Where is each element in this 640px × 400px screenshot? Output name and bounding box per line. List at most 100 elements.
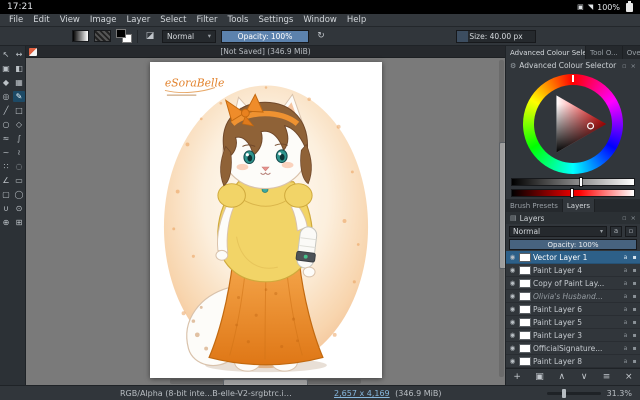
document-titlebar[interactable]: [Not Saved] (346.9 MiB) xyxy=(26,46,505,58)
visibility-icon[interactable]: ◉ xyxy=(508,253,517,261)
lock-icon[interactable]: ▪ xyxy=(631,306,638,313)
zoom-tool[interactable]: ⊕ xyxy=(0,217,12,228)
canvas-area[interactable]: [Not Saved] (346.9 MiB) xyxy=(26,46,505,385)
move-layer-down-button[interactable]: ∨ xyxy=(577,372,591,382)
layer-row-paint-layer-3[interactable]: ◉ Paint Layer 3 a ▪ xyxy=(506,329,640,342)
layer-properties-button[interactable]: ≡ xyxy=(599,372,613,382)
crop-tool[interactable]: ▣ xyxy=(0,63,12,74)
reference-images-tool[interactable]: ▭ xyxy=(13,175,25,186)
layer-row-paint-layer-4[interactable]: ◉ Paint Layer 4 a ▪ xyxy=(506,264,640,277)
alpha-icon[interactable]: a xyxy=(622,267,629,274)
color-sampler-tool[interactable]: ◎ xyxy=(0,91,12,102)
layer-row-vector-layer-1[interactable]: ◉ Vector Layer 1 a ▪ xyxy=(506,251,640,264)
lock-icon[interactable]: ▪ xyxy=(631,293,638,300)
horizontal-scrollbar[interactable] xyxy=(170,379,362,384)
alpha-icon[interactable]: a xyxy=(622,306,629,313)
transform-tool[interactable]: ↖ xyxy=(0,49,12,60)
lightness-strip[interactable] xyxy=(511,178,635,186)
layer-blend-mode-select[interactable]: Normal ▾ xyxy=(509,226,607,237)
menu-help[interactable]: Help xyxy=(342,15,371,25)
zoom-slider-thumb[interactable] xyxy=(562,389,566,398)
sv-triangle[interactable] xyxy=(534,85,612,163)
menu-select[interactable]: Select xyxy=(155,15,191,25)
foreground-color-swatch[interactable] xyxy=(116,29,126,38)
gradient-tool[interactable]: ◧ xyxy=(13,63,25,74)
alpha-icon[interactable]: a xyxy=(622,332,629,339)
alpha-icon[interactable]: a xyxy=(622,319,629,326)
layer-row-paint-layer-8[interactable]: ◉ Paint Layer 8 a ▪ xyxy=(506,355,640,368)
layer-row-olivias-husband[interactable]: ◉ Olivia's Husband... a ▪ xyxy=(506,290,640,303)
menu-settings[interactable]: Settings xyxy=(253,15,298,25)
alpha-icon[interactable]: a xyxy=(622,345,629,352)
image-dimensions-link[interactable]: 2,657 x 4,169 xyxy=(334,389,390,398)
menu-window[interactable]: Window xyxy=(298,15,342,25)
move-layer-up-button[interactable]: ∧ xyxy=(555,372,569,382)
eraser-mode-icon[interactable]: ◪ xyxy=(143,31,157,41)
visibility-icon[interactable]: ◉ xyxy=(508,318,517,326)
rectangle-tool[interactable]: □ xyxy=(13,105,25,116)
bezier-curve-tool[interactable]: ∫ xyxy=(13,133,25,144)
visibility-icon[interactable]: ◉ xyxy=(508,344,517,352)
visibility-icon[interactable]: ◉ xyxy=(508,357,517,365)
menu-edit[interactable]: Edit xyxy=(28,15,54,25)
vertical-scrollbar[interactable] xyxy=(499,60,504,377)
assistant-tool[interactable]: ◌ xyxy=(13,161,25,172)
canvas-artwork[interactable]: eSoraBelle xyxy=(150,62,382,378)
move-tool[interactable]: ↔ xyxy=(13,49,25,60)
lock-icon[interactable]: ▪ xyxy=(631,358,638,365)
float-docker-icon[interactable]: ▫ xyxy=(622,62,626,70)
fg-bg-color-selector[interactable] xyxy=(116,29,132,43)
lock-icon[interactable]: ▪ xyxy=(631,254,638,261)
lock-icon[interactable]: ▪ xyxy=(631,319,638,326)
menu-file[interactable]: File xyxy=(4,15,28,25)
menu-filter[interactable]: Filter xyxy=(191,15,222,25)
lock-icon[interactable]: ▪ xyxy=(631,345,638,352)
menu-tools[interactable]: Tools xyxy=(223,15,254,25)
lock-icon[interactable]: ▪ xyxy=(631,332,638,339)
rect-select-tool[interactable]: ▢ xyxy=(0,189,12,200)
opacity-slider[interactable]: Opacity: 100% xyxy=(221,30,309,43)
gradient-preview[interactable] xyxy=(72,30,89,42)
lock-icon[interactable]: ▪ xyxy=(631,267,638,274)
alpha-icon[interactable]: a xyxy=(622,293,629,300)
blend-mode-select[interactable]: Normal ▾ xyxy=(162,30,216,43)
freehand-path-tool[interactable]: ~ xyxy=(0,147,12,158)
multibrush-tool[interactable]: ∷ xyxy=(0,161,12,172)
tab-tool-options[interactable]: Tool O... xyxy=(586,46,623,59)
line-tool[interactable]: ╱ xyxy=(0,105,12,116)
alpha-icon[interactable]: a xyxy=(622,358,629,365)
pattern-preview[interactable] xyxy=(94,30,111,42)
close-docker-icon[interactable]: × xyxy=(631,62,636,70)
polygon-tool[interactable]: ◇ xyxy=(13,119,25,130)
close-layers-icon[interactable]: × xyxy=(631,214,636,222)
freehand-select-tool[interactable]: ∪ xyxy=(0,203,12,214)
tab-layers[interactable]: Layers xyxy=(563,199,595,212)
alpha-icon[interactable]: a xyxy=(622,280,629,287)
freehand-brush-tool[interactable]: ✎ xyxy=(13,91,25,102)
layer-row-paint-layer-6[interactable]: ◉ Paint Layer 6 a ▪ xyxy=(506,303,640,316)
layer-opacity-slider[interactable]: Opacity: 100% xyxy=(509,239,637,250)
delete-layer-button[interactable]: × xyxy=(622,372,636,382)
alpha-icon[interactable]: a xyxy=(622,254,629,261)
tab-brush-presets[interactable]: Brush Presets xyxy=(506,199,563,212)
zoom-slider[interactable] xyxy=(547,392,601,395)
visibility-icon[interactable]: ◉ xyxy=(508,305,517,313)
menu-layer[interactable]: Layer xyxy=(122,15,156,25)
pan-tool[interactable]: ⊞ xyxy=(13,217,25,228)
gear-icon[interactable]: ⚙ xyxy=(510,62,516,70)
preserve-alpha-button[interactable]: a xyxy=(610,226,622,237)
visibility-icon[interactable]: ◉ xyxy=(508,279,517,287)
ellipse-select-tool[interactable]: ◯ xyxy=(13,189,25,200)
visibility-icon[interactable]: ◉ xyxy=(508,292,517,300)
brush-size-slider[interactable]: Size: 40.00 px xyxy=(456,30,536,43)
float-layers-icon[interactable]: ▫ xyxy=(622,214,626,222)
fill-tool[interactable]: ◆ xyxy=(0,77,12,88)
pattern-tool[interactable]: ▦ xyxy=(13,77,25,88)
tab-advanced-colour-selector[interactable]: Advanced Colour Sele... xyxy=(506,46,586,59)
contiguous-select-tool[interactable]: ⊙ xyxy=(13,203,25,214)
filter-layers-button[interactable]: ▫ xyxy=(625,226,637,237)
add-layer-button[interactable]: + xyxy=(510,372,524,382)
visibility-icon[interactable]: ◉ xyxy=(508,331,517,339)
layer-row-official-signature[interactable]: ◉ OfficialSignature... a ▪ xyxy=(506,342,640,355)
menu-image[interactable]: Image xyxy=(85,15,122,25)
